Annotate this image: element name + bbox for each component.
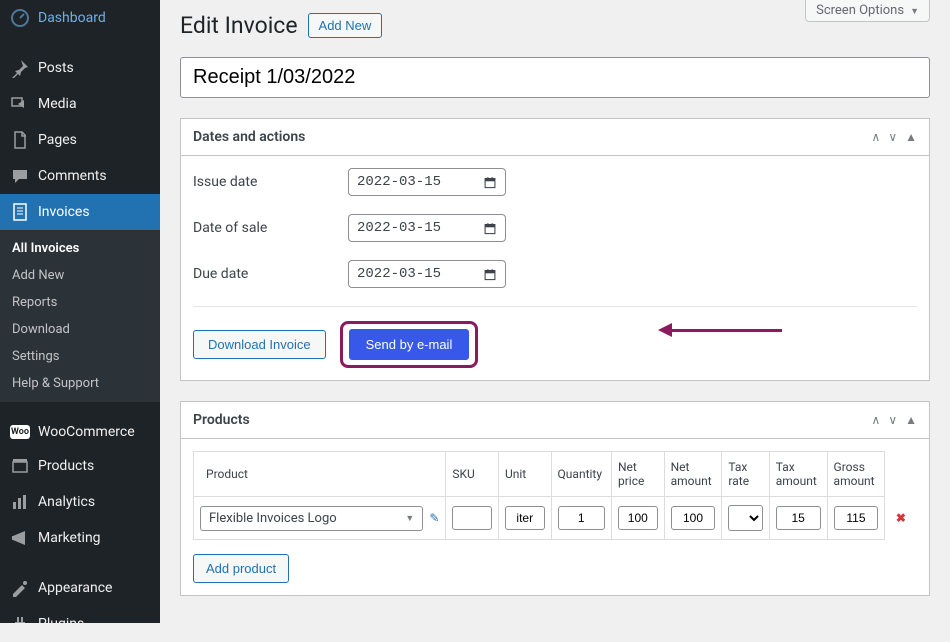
- panel-move-up-icon[interactable]: ∧: [872, 130, 881, 144]
- add-product-button[interactable]: Add product: [193, 554, 289, 583]
- sidebar-item-plugins[interactable]: Plugins: [0, 606, 160, 642]
- media-icon: [10, 94, 30, 114]
- calendar-icon: [483, 267, 497, 281]
- sidebar-item-media[interactable]: Media: [0, 86, 160, 122]
- qty-input[interactable]: [558, 506, 605, 530]
- issue-date-label: Issue date: [193, 174, 348, 190]
- analytics-icon: [10, 492, 30, 512]
- col-unit: Unit: [498, 452, 551, 497]
- page-icon: [10, 130, 30, 150]
- sidebar-label: Invoices: [38, 204, 90, 220]
- sidebar-item-posts[interactable]: Posts: [0, 50, 160, 86]
- products-panel: Products ∧ ∨ ▲ Product SKU Unit Quantity…: [180, 401, 930, 596]
- sidebar-label: Analytics: [38, 494, 95, 510]
- sidebar-item-analytics[interactable]: Analytics: [0, 484, 160, 520]
- gross-amount-input[interactable]: [834, 506, 879, 530]
- net-price-input[interactable]: [618, 506, 658, 530]
- col-sku: SKU: [446, 452, 499, 497]
- sidebar-label: Comments: [38, 168, 107, 184]
- tax-amount-input[interactable]: [776, 506, 821, 530]
- chevron-down-icon: ▼: [405, 513, 414, 524]
- col-net-price: Net price: [612, 452, 665, 497]
- col-product: Product: [194, 452, 446, 497]
- invoice-icon: [10, 202, 30, 222]
- submenu-help[interactable]: Help & Support: [0, 370, 160, 397]
- sidebar-item-products[interactable]: Products: [0, 448, 160, 484]
- page-title: Edit Invoice: [180, 12, 298, 39]
- submenu-add-new[interactable]: Add New: [0, 262, 160, 289]
- panel-move-down-icon[interactable]: ∨: [888, 130, 897, 144]
- col-gross-amount: Gross amount: [827, 452, 885, 497]
- sidebar-label: Dashboard: [38, 10, 106, 26]
- sidebar-label: Media: [38, 96, 77, 112]
- col-net-amount: Net amount: [664, 452, 722, 497]
- due-date-input[interactable]: 2022-03-15: [348, 260, 506, 288]
- appearance-icon: [10, 578, 30, 598]
- sidebar-item-comments[interactable]: Comments: [0, 158, 160, 194]
- add-new-button[interactable]: Add New: [308, 13, 383, 38]
- plugin-icon: [10, 614, 30, 634]
- due-date-label: Due date: [193, 266, 348, 282]
- admin-sidebar: Dashboard Posts Media Pages Comments Inv…: [0, 0, 160, 623]
- sidebar-label: Appearance: [38, 580, 112, 596]
- products-icon: [10, 456, 30, 476]
- sale-date-label: Date of sale: [193, 220, 348, 236]
- sidebar-item-woocommerce[interactable]: Woo WooCommerce: [0, 416, 160, 448]
- dashboard-icon: [10, 8, 30, 28]
- sidebar-item-dashboard[interactable]: Dashboard: [0, 0, 160, 36]
- panel-title: Products: [193, 412, 250, 428]
- sidebar-submenu-invoices: All Invoices Add New Reports Download Se…: [0, 230, 160, 402]
- sidebar-label: Products: [38, 458, 94, 474]
- calendar-icon: [483, 175, 497, 189]
- edit-product-icon[interactable]: ✎: [429, 511, 439, 525]
- main-content: Screen Options Edit Invoice Add New Date…: [160, 0, 950, 636]
- submenu-all-invoices[interactable]: All Invoices: [0, 235, 160, 262]
- screen-options-toggle[interactable]: Screen Options: [805, 0, 930, 22]
- unit-input[interactable]: [505, 506, 545, 530]
- panel-toggle-icon[interactable]: ▲: [905, 413, 917, 427]
- sidebar-label: Plugins: [38, 616, 84, 632]
- table-row: Flexible Invoices Logo ▼ ✎: [194, 497, 917, 540]
- woo-icon: Woo: [10, 425, 30, 439]
- download-invoice-button[interactable]: Download Invoice: [193, 330, 326, 359]
- col-qty: Quantity: [551, 452, 611, 497]
- sidebar-label: Posts: [38, 60, 74, 76]
- panel-title: Dates and actions: [193, 129, 305, 145]
- sidebar-label: WooCommerce: [38, 424, 135, 440]
- sidebar-item-marketing[interactable]: Marketing: [0, 520, 160, 556]
- col-tax-amount: Tax amount: [769, 452, 827, 497]
- sku-input[interactable]: [452, 506, 492, 530]
- pin-icon: [10, 58, 30, 78]
- col-tax-rate: Tax rate: [722, 452, 769, 497]
- delete-row-icon[interactable]: ✖: [891, 511, 910, 525]
- submenu-download[interactable]: Download: [0, 316, 160, 343]
- invoice-title-input[interactable]: [180, 57, 930, 98]
- calendar-icon: [483, 221, 497, 235]
- sidebar-label: Marketing: [38, 530, 101, 546]
- marketing-icon: [10, 528, 30, 548]
- annotation-highlight: Send by e-mail: [340, 321, 479, 368]
- dates-actions-panel: Dates and actions ∧ ∨ ▲ Issue date 2022-…: [180, 118, 930, 381]
- tax-rate-select[interactable]: [728, 505, 762, 531]
- issue-date-input[interactable]: 2022-03-15: [348, 168, 506, 196]
- sidebar-item-appearance[interactable]: Appearance: [0, 570, 160, 606]
- annotation-arrow: [658, 323, 782, 337]
- panel-move-up-icon[interactable]: ∧: [872, 413, 881, 427]
- panel-move-down-icon[interactable]: ∨: [888, 413, 897, 427]
- product-select[interactable]: Flexible Invoices Logo ▼: [200, 506, 423, 531]
- sidebar-item-pages[interactable]: Pages: [0, 122, 160, 158]
- net-amount-input[interactable]: [671, 506, 716, 530]
- submenu-reports[interactable]: Reports: [0, 289, 160, 316]
- submenu-settings[interactable]: Settings: [0, 343, 160, 370]
- sidebar-label: Pages: [38, 132, 77, 148]
- panel-toggle-icon[interactable]: ▲: [905, 130, 917, 144]
- comment-icon: [10, 166, 30, 186]
- send-by-email-button[interactable]: Send by e-mail: [349, 329, 470, 360]
- sale-date-input[interactable]: 2022-03-15: [348, 214, 506, 242]
- sidebar-item-invoices[interactable]: Invoices: [0, 194, 160, 230]
- products-table: Product SKU Unit Quantity Net price Net …: [193, 451, 917, 540]
